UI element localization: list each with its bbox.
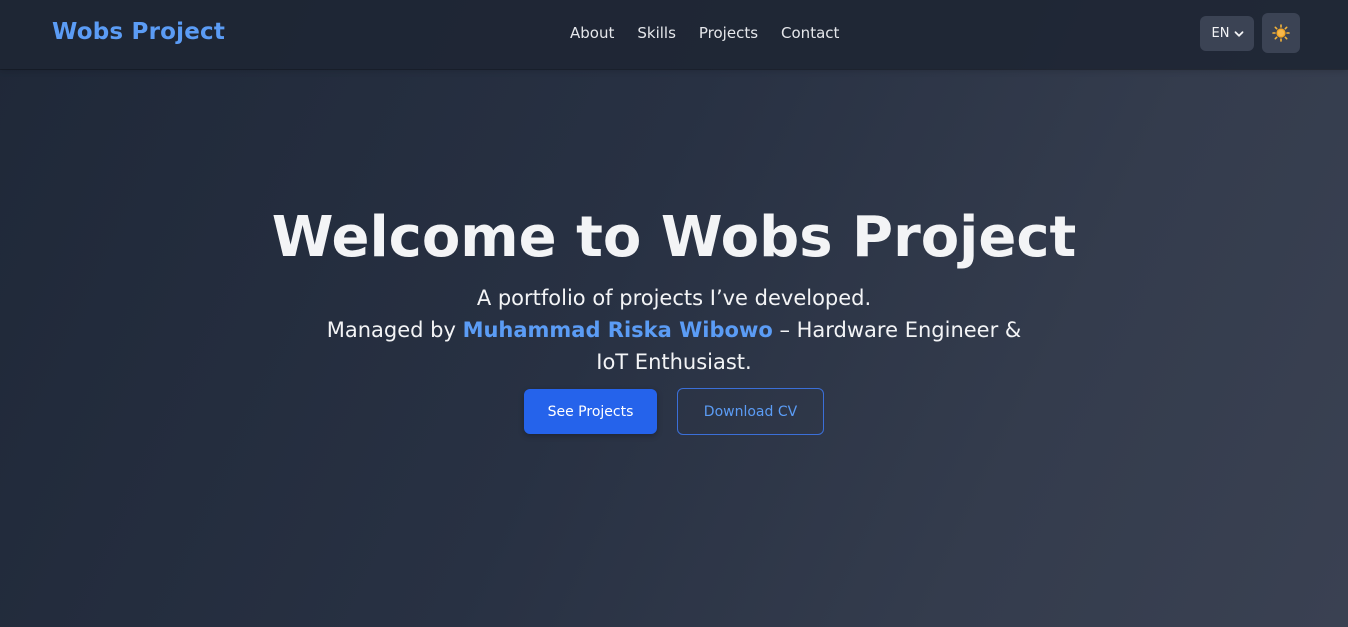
nav-link-contact[interactable]: Contact	[781, 24, 839, 42]
brand-logo-link[interactable]: Wobs Project	[52, 19, 225, 45]
hero-tagline: A portfolio of projects I’ve developed.	[476, 286, 872, 310]
see-projects-button[interactable]: See Projects	[524, 389, 657, 434]
top-navbar: Wobs Project About Skills Projects Conta…	[0, 0, 1348, 69]
hero-subtitle: A portfolio of projects I’ve developed. …	[324, 282, 1024, 378]
language-select-value: EN	[1211, 26, 1230, 41]
hero-buttons: See Projects Download CV	[0, 388, 1348, 435]
language-select[interactable]: EN	[1200, 16, 1254, 51]
hero-section: Welcome to Wobs Project A portfolio of p…	[0, 190, 1348, 378]
nav-link-projects[interactable]: Projects	[699, 24, 758, 42]
nav-link-skills[interactable]: Skills	[637, 24, 676, 42]
hero-title: Welcome to Wobs Project	[271, 205, 1077, 270]
sun-icon	[1272, 24, 1290, 42]
nav-link-about[interactable]: About	[570, 24, 614, 42]
nav-links: About Skills Projects Contact	[570, 24, 839, 42]
theme-toggle-button[interactable]	[1262, 13, 1300, 53]
hero-managed-prefix: Managed by	[326, 318, 463, 342]
chevron-down-icon	[1235, 30, 1244, 37]
owner-name: Muhammad Riska Wibowo	[462, 318, 773, 342]
download-cv-button[interactable]: Download CV	[677, 388, 824, 435]
